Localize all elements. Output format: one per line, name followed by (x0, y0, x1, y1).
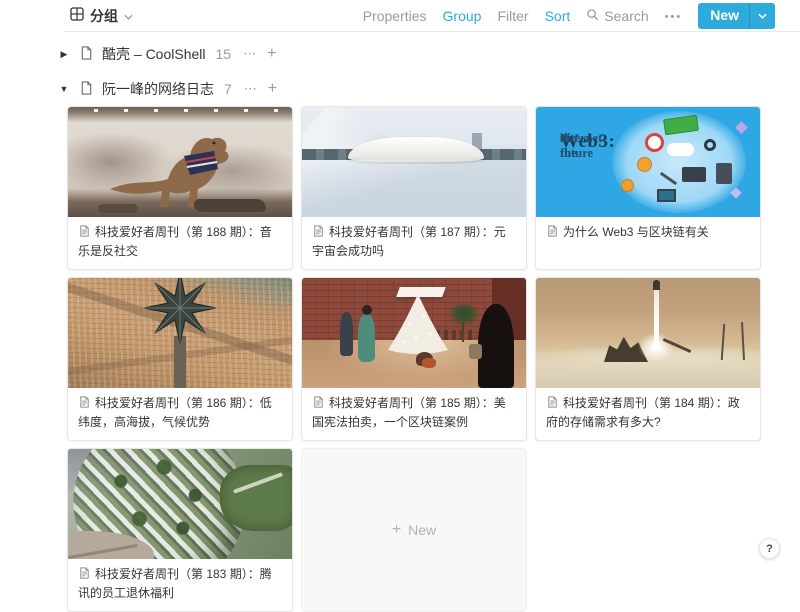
card-title-text: 科技爱好者周刊（第 188 期）：音乐是反社交 (78, 225, 272, 258)
gallery-grid: 科技爱好者周刊（第 188 期）：音乐是反社交 科技爱好者周刊（第 187 期）… (67, 106, 761, 612)
document-icon (312, 224, 325, 243)
museum-rocks (194, 199, 266, 212)
gallery-view-icon (70, 7, 84, 26)
laptop-icon (682, 167, 706, 182)
web3-cover-line: internet (560, 131, 602, 146)
person-silhouette (478, 304, 514, 388)
page-icon (79, 45, 94, 64)
toolbar-actions: Properties Group Filter Sort Search ••• … (363, 3, 775, 29)
clock-icon (645, 133, 664, 152)
monitor-icon (657, 189, 676, 202)
card-cover-web3-illustration: Web3: the future of the internet (536, 107, 760, 217)
chevron-down-icon (124, 7, 133, 25)
group-more-icon[interactable]: ⋯ (243, 46, 257, 62)
card-title: 科技爱好者周刊（第 186 期）：低纬度，高海拔，气候优势 (68, 388, 292, 440)
ceiling-lights (68, 109, 292, 112)
card-cover-city-star (68, 278, 292, 388)
new-button[interactable]: New (698, 3, 775, 29)
new-card-button[interactable]: + New (301, 448, 527, 612)
document-icon (312, 395, 325, 414)
more-options-button[interactable]: ••• (665, 9, 683, 23)
group-add-icon[interactable]: + (267, 45, 276, 63)
museum-rocks (98, 204, 138, 213)
new-card-label: New (408, 522, 436, 538)
page-icon (79, 80, 94, 99)
ethereum-icon (735, 121, 748, 134)
group-button[interactable]: Group (443, 8, 482, 24)
gallery-view-page: { "colors": { "accent": "#2eaadc", "web3… (0, 0, 800, 569)
plus-icon: + (392, 521, 401, 539)
card-title-text: 为什么 Web3 与区块链有关 (563, 225, 709, 239)
document-icon (78, 224, 91, 243)
disclosure-triangle-icon[interactable]: ▼ (57, 84, 71, 94)
person-silhouette (358, 314, 375, 362)
card-cover-rocket-launch (536, 278, 760, 388)
card-cover-plaza-tent (302, 278, 526, 388)
handbag (469, 344, 482, 359)
view-switcher-button[interactable]: 分组 (70, 6, 133, 26)
group-title: 酷壳 – CoolShell (102, 44, 206, 64)
snow-field (302, 160, 526, 217)
view-name: 分组 (90, 6, 118, 26)
view-toolbar: 分组 Properties Group Filter Sort Search •… (0, 0, 800, 32)
group-title: 阮一峰的网络日志 (102, 79, 214, 99)
gallery-card[interactable]: 科技爱好者周刊（第 188 期）：音乐是反社交 (67, 106, 293, 270)
card-title-text: 科技爱好者周刊（第 184 期）：政府的存储需求有多大? (546, 396, 740, 429)
orange-cloth (422, 358, 436, 368)
card-cover-dinosaur-museum (68, 107, 292, 217)
new-button-label: New (698, 3, 749, 29)
group-more-icon[interactable]: ⋯ (244, 81, 258, 97)
palm-tree (448, 302, 480, 326)
gallery-card[interactable]: 科技爱好者周刊（第 183 期）：腾讯的员工退休福利 (67, 448, 293, 612)
coin-icon (621, 179, 634, 192)
card-title-text: 科技爱好者周刊（第 187 期）：元宇宙会成功吗 (312, 225, 506, 258)
card-title-text: 科技爱好者周刊（第 183 期）：腾讯的员工退休福利 (78, 567, 272, 600)
card-title: 科技爱好者周刊（第 188 期）：音乐是反社交 (68, 217, 292, 269)
gallery-card[interactable]: Web3: the future of the internet 为什么 Web… (535, 106, 761, 270)
search-icon (586, 8, 599, 24)
card-cover-snow-resort (302, 107, 526, 217)
card-cover-helix-building (68, 449, 292, 559)
card-title-text: 科技爱好者周刊（第 185 期）：美国宪法拍卖，一个区块链案例 (312, 396, 506, 429)
group-count: 7 (224, 81, 232, 97)
group-header-coolshell[interactable]: ▶ 酷壳 – CoolShell 15 ⋯ + (57, 45, 800, 63)
group-add-icon[interactable]: + (268, 80, 277, 98)
palm-trunk (462, 322, 464, 342)
sort-button[interactable]: Sort (545, 8, 571, 24)
gallery-card[interactable]: 科技爱好者周刊（第 187 期）：元宇宙会成功吗 (301, 106, 527, 270)
group-count: 15 (216, 46, 232, 62)
new-button-dropdown[interactable] (750, 3, 775, 29)
card-title: 科技爱好者周刊（第 183 期）：腾讯的员工退休福利 (68, 559, 292, 611)
person-head (362, 305, 372, 315)
document-icon (78, 395, 91, 414)
gallery-card[interactable]: 科技爱好者周刊（第 186 期）：低纬度，高海拔，气候优势 (67, 277, 293, 441)
filter-button[interactable]: Filter (497, 8, 528, 24)
disclosure-triangle-icon[interactable]: ▶ (57, 49, 71, 60)
search-label: Search (604, 8, 648, 24)
document-icon (546, 224, 559, 243)
help-button[interactable]: ? (759, 538, 780, 559)
gallery-card[interactable]: 科技爱好者周刊（第 184 期）：政府的存储需求有多大? (535, 277, 761, 441)
search-button[interactable]: Search (586, 8, 648, 24)
person-silhouette (340, 312, 353, 356)
cloud-icon (667, 143, 694, 156)
white-dome-building (348, 137, 484, 162)
card-title: 科技爱好者周刊（第 185 期）：美国宪法拍卖，一个区块链案例 (302, 388, 526, 440)
properties-button[interactable]: Properties (363, 8, 427, 24)
toolbar-divider (64, 31, 800, 32)
document-icon (546, 395, 559, 414)
card-title: 科技爱好者周刊（第 184 期）：政府的存储需求有多大? (536, 388, 760, 440)
launch-flame-glow (638, 332, 674, 362)
card-title-text: 科技爱好者周刊（第 186 期）：低纬度，高海拔，气候优势 (78, 396, 272, 429)
group-header-ruanyifeng[interactable]: ▼ 阮一峰的网络日志 7 ⋯ + (57, 80, 800, 98)
rocket-body (653, 280, 660, 290)
card-title: 科技爱好者周刊（第 187 期）：元宇宙会成功吗 (302, 217, 526, 269)
magnifier-icon (704, 139, 716, 151)
card-title: 为什么 Web3 与区块链有关 (536, 217, 760, 252)
gallery-card[interactable]: 科技爱好者周刊（第 185 期）：美国宪法拍卖，一个区块链案例 (301, 277, 527, 441)
coin-icon (637, 157, 652, 172)
server-icon (716, 163, 732, 184)
